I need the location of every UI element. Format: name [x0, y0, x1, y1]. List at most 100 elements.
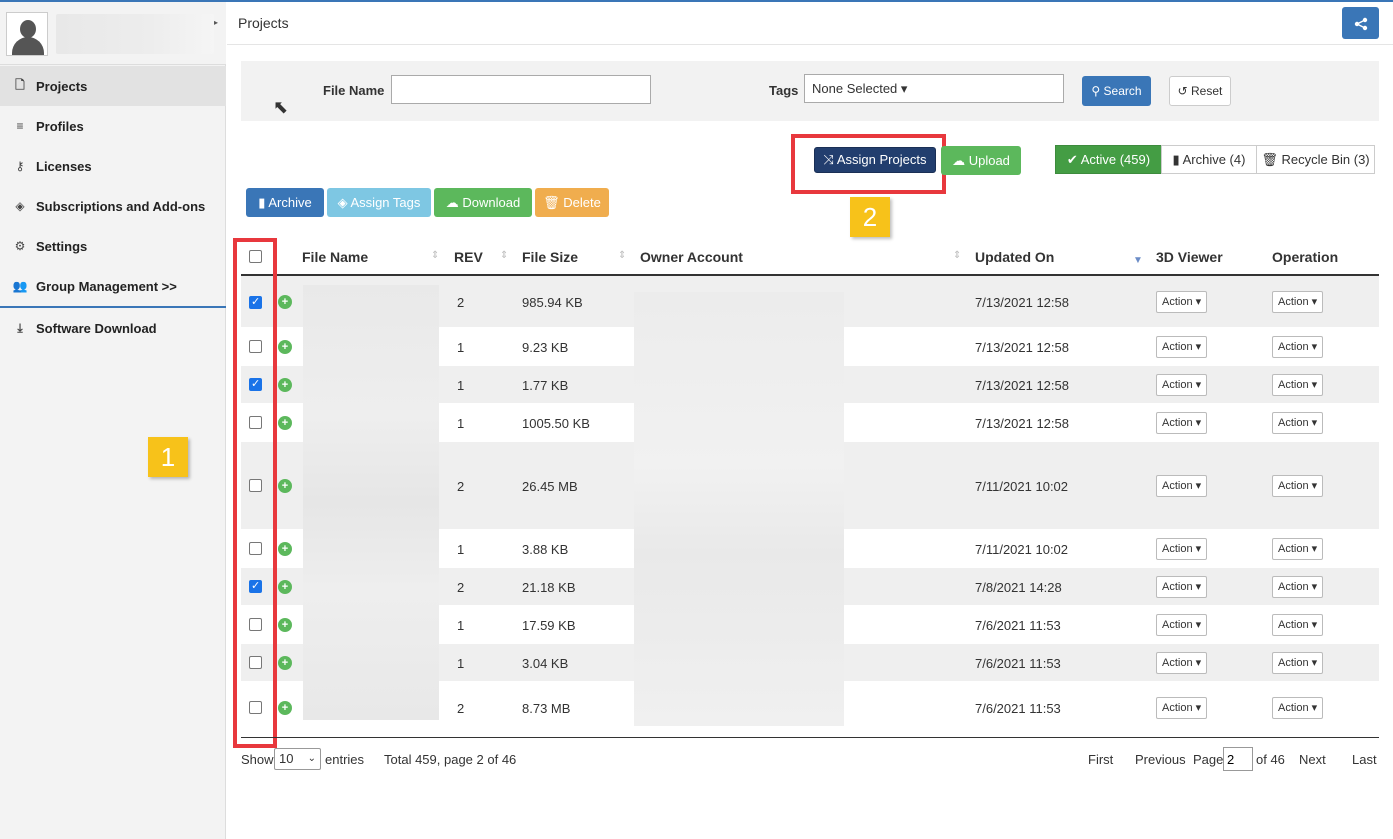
cell-file-size: 17.59 KB [522, 618, 576, 633]
sort-icon[interactable]: ⇕ [953, 250, 961, 261]
cell-file-size: 9.23 KB [522, 340, 569, 355]
reset-button[interactable]: ↺ Reset [1169, 76, 1231, 106]
next-page-link[interactable]: Next [1299, 752, 1326, 767]
expand-plus-icon[interactable]: + [278, 618, 292, 632]
expand-plus-icon[interactable]: + [278, 340, 292, 354]
cell-file-size: 3.88 KB [522, 542, 569, 557]
assign-tags-button[interactable]: ◈ Assign Tags [327, 188, 431, 217]
operation-action-dropdown[interactable]: Action ▾ [1272, 412, 1324, 434]
archive-label: Archive [268, 195, 312, 210]
sort-icon[interactable]: ⇕ [618, 250, 626, 261]
operation-action-dropdown[interactable]: Action ▾ [1272, 291, 1324, 313]
cell-updated-on: 7/13/2021 12:58 [975, 416, 1069, 431]
col-file-size[interactable]: File Size [522, 249, 578, 265]
viewer-action-dropdown[interactable]: Action ▾ [1156, 475, 1208, 497]
archive-button[interactable]: ▮ Archive [246, 188, 324, 217]
cell-updated-on: 7/8/2021 14:28 [975, 580, 1062, 595]
sidebar-item-software-download[interactable]: ⤓ Software Download [0, 308, 226, 348]
expand-plus-icon[interactable]: + [278, 378, 292, 392]
sort-icon[interactable]: ⇕ [500, 250, 508, 261]
viewer-action-dropdown[interactable]: Action ▾ [1156, 291, 1208, 313]
upload-button[interactable]: ☁ Upload [941, 146, 1021, 175]
viewer-action-dropdown[interactable]: Action ▾ [1156, 412, 1208, 434]
cell-updated-on: 7/6/2021 11:53 [975, 656, 1061, 671]
page-number-input[interactable] [1223, 747, 1253, 771]
previous-page-link[interactable]: Previous [1135, 752, 1186, 767]
viewer-action-dropdown[interactable]: Action ▾ [1156, 576, 1208, 598]
tab-active-label: Active (459) [1080, 152, 1151, 167]
sidebar-item-profiles[interactable]: ≡ Profiles [0, 106, 226, 146]
operation-action-dropdown[interactable]: Action ▾ [1272, 336, 1324, 358]
share-icon [1354, 18, 1367, 31]
operation-action-dropdown[interactable]: Action ▾ [1272, 652, 1324, 674]
tab-active[interactable]: ✔ Active (459) [1055, 145, 1162, 174]
caret-down-icon[interactable]: ▸ [214, 18, 218, 27]
col-updated-on[interactable]: Updated On [975, 249, 1054, 265]
total-pages-label: of 46 [1256, 752, 1285, 767]
cell-file-size: 1005.50 KB [522, 416, 590, 431]
viewer-action-dropdown[interactable]: Action ▾ [1156, 697, 1208, 719]
operation-action-dropdown[interactable]: Action ▾ [1272, 576, 1324, 598]
col-owner-account[interactable]: Owner Account [640, 249, 743, 265]
cell-rev: 2 [457, 295, 465, 310]
tab-archive-label: Archive (4) [1182, 152, 1246, 167]
page-title: Projects [238, 15, 289, 31]
tab-recycle-bin[interactable]: 🗑 Recycle Bin (3) [1256, 145, 1375, 174]
cell-rev: 2 [457, 701, 465, 716]
table-bottom-border [241, 737, 1379, 738]
key-icon: ⚷ [15, 159, 25, 173]
file-name-input[interactable] [391, 75, 651, 104]
bookmark-icon: ▮ [1172, 152, 1180, 167]
sidebar-item-label: Subscriptions and Add-ons [36, 198, 206, 214]
assign-tags-label: Assign Tags [350, 195, 421, 210]
tab-archive[interactable]: ▮ Archive (4) [1161, 145, 1257, 174]
cell-rev: 1 [457, 542, 465, 557]
sidebar-item-group-management[interactable]: 👥 Group Management >> [0, 266, 226, 306]
expand-plus-icon[interactable]: + [278, 701, 292, 715]
cell-rev: 1 [457, 656, 465, 671]
expand-plus-icon[interactable]: + [278, 416, 292, 430]
viewer-action-dropdown[interactable]: Action ▾ [1156, 374, 1208, 396]
tags-select[interactable]: None Selected ▾ [804, 74, 1064, 103]
operation-action-dropdown[interactable]: Action ▾ [1272, 697, 1324, 719]
viewer-action-dropdown[interactable]: Action ▾ [1156, 336, 1208, 358]
user-profile[interactable]: ▸ [0, 2, 226, 65]
expand-plus-icon[interactable]: + [278, 479, 292, 493]
cloud-upload-icon: ☁ [952, 153, 966, 168]
sidebar-item-projects[interactable]: 🗋 Projects [0, 66, 226, 106]
owner-account-column-blurred [634, 292, 844, 726]
operation-action-dropdown[interactable]: Action ▾ [1272, 374, 1324, 396]
share-button[interactable] [1342, 7, 1379, 39]
expand-plus-icon[interactable]: + [278, 295, 292, 309]
last-page-link[interactable]: Last [1352, 752, 1377, 767]
cell-file-size: 21.18 KB [522, 580, 576, 595]
expand-plus-icon[interactable]: + [278, 542, 292, 556]
operation-action-dropdown[interactable]: Action ▾ [1272, 538, 1324, 560]
sidebar-item-subscriptions[interactable]: ◈ Subscriptions and Add-ons [0, 186, 226, 226]
download-button[interactable]: ☁ Download [434, 188, 532, 217]
sort-desc-icon[interactable]: ▼ [1133, 255, 1143, 266]
viewer-action-dropdown[interactable]: Action ▾ [1156, 652, 1208, 674]
cell-file-size: 8.73 MB [522, 701, 571, 716]
sort-icon[interactable]: ⇕ [431, 250, 439, 261]
viewer-action-dropdown[interactable]: Action ▾ [1156, 614, 1208, 636]
first-page-link[interactable]: First [1088, 752, 1113, 767]
sidebar-item-label: Projects [36, 78, 88, 94]
table-header: File Name ⇕ REV ⇕ File Size ⇕ Owner Acco… [241, 239, 1379, 276]
operation-action-dropdown[interactable]: Action ▾ [1272, 475, 1324, 497]
cell-file-size: 3.04 KB [522, 656, 569, 671]
operation-action-dropdown[interactable]: Action ▾ [1272, 614, 1324, 636]
col-rev[interactable]: REV [454, 249, 483, 265]
expand-plus-icon[interactable]: + [278, 580, 292, 594]
sidebar-item-licenses[interactable]: ⚷ Licenses [0, 146, 226, 186]
trash-icon: 🗑 [1261, 152, 1278, 167]
delete-button[interactable]: 🗑 Delete [535, 188, 609, 217]
expand-plus-icon[interactable]: + [278, 656, 292, 670]
entries-select[interactable]: 10 ⌄ [274, 748, 321, 770]
bookmark-icon: ▮ [258, 195, 266, 210]
search-button[interactable]: ⚲ Search [1082, 76, 1151, 106]
viewer-action-dropdown[interactable]: Action ▾ [1156, 538, 1208, 560]
cell-rev: 1 [457, 340, 465, 355]
sidebar-item-settings[interactable]: ⚙ Settings [0, 226, 226, 266]
col-file-name[interactable]: File Name [302, 249, 368, 265]
